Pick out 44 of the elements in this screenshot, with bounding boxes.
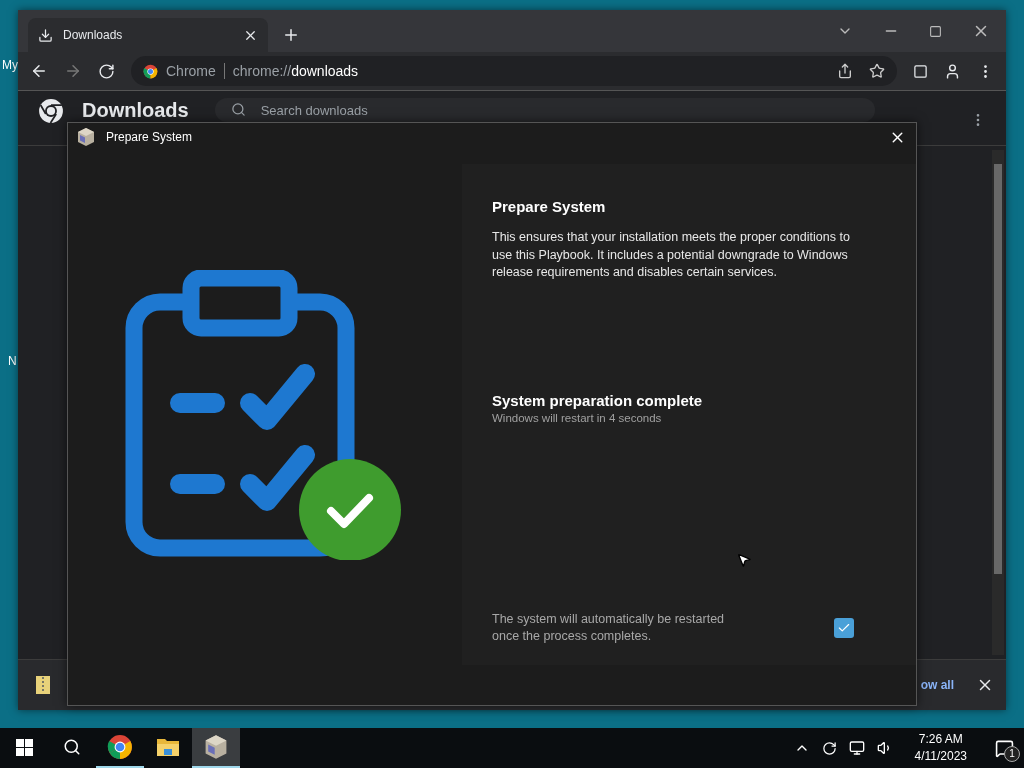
- forward-icon[interactable]: [64, 62, 82, 80]
- network-icon[interactable]: [848, 740, 865, 756]
- back-icon[interactable]: [30, 62, 48, 80]
- site-label: Chrome: [166, 63, 216, 79]
- desktop-icon-label[interactable]: My: [2, 58, 18, 72]
- windows-icon: [15, 738, 33, 756]
- update-icon[interactable]: [821, 740, 837, 756]
- clock[interactable]: 7:26 AM 4/11/2023: [914, 731, 967, 765]
- notification-count: 1: [1004, 745, 1020, 762]
- zip-file-icon: [36, 676, 50, 694]
- browser-tab[interactable]: Downloads: [28, 18, 268, 52]
- new-tab-button[interactable]: [282, 26, 300, 44]
- address-bar[interactable]: Chrome chrome://downloads: [131, 56, 897, 86]
- chrome-icon: [107, 734, 133, 760]
- search-field[interactable]: Search downloads: [214, 98, 875, 122]
- site-icon: [143, 63, 158, 79]
- profile-icon[interactable]: [944, 62, 961, 80]
- status-detail: Windows will restart in 4 seconds: [492, 411, 663, 424]
- star-icon: [869, 63, 885, 79]
- maximize-icon[interactable]: [929, 24, 942, 38]
- section-heading: Prepare System: [492, 198, 607, 215]
- reload-icon[interactable]: [98, 62, 115, 80]
- scrollbar[interactable]: [992, 150, 1004, 655]
- description-text: This ensures that your installation meets the proper conditions to use this Playbook. It includes a potential downgrade to Windows release requirements and disables certain services.: [492, 229, 851, 281]
- check-icon: [837, 621, 851, 635]
- side-panel-icon[interactable]: [913, 63, 928, 79]
- mouse-cursor: [736, 552, 752, 568]
- folder-icon: [156, 736, 180, 758]
- page-title: Downloads: [82, 98, 189, 122]
- search-icon: [230, 102, 246, 117]
- window-title: Prepare System: [106, 130, 193, 144]
- download-icon: [38, 27, 53, 43]
- restart-checkbox[interactable]: [834, 618, 854, 638]
- show-all-link[interactable]: ow all: [920, 678, 954, 692]
- taskbar-app-button[interactable]: [192, 728, 240, 768]
- restart-note: The system will automatically be restarted once the process completes.: [492, 611, 726, 645]
- package-icon: [203, 734, 229, 760]
- chrome-logo: [38, 98, 64, 124]
- search-icon: [63, 738, 81, 756]
- status-heading: System preparation complete: [492, 391, 704, 409]
- share-icon: [837, 63, 853, 79]
- url-text: chrome://downloads: [232, 63, 359, 79]
- package-icon: [76, 127, 96, 147]
- desktop-icon-label[interactable]: N: [8, 354, 17, 368]
